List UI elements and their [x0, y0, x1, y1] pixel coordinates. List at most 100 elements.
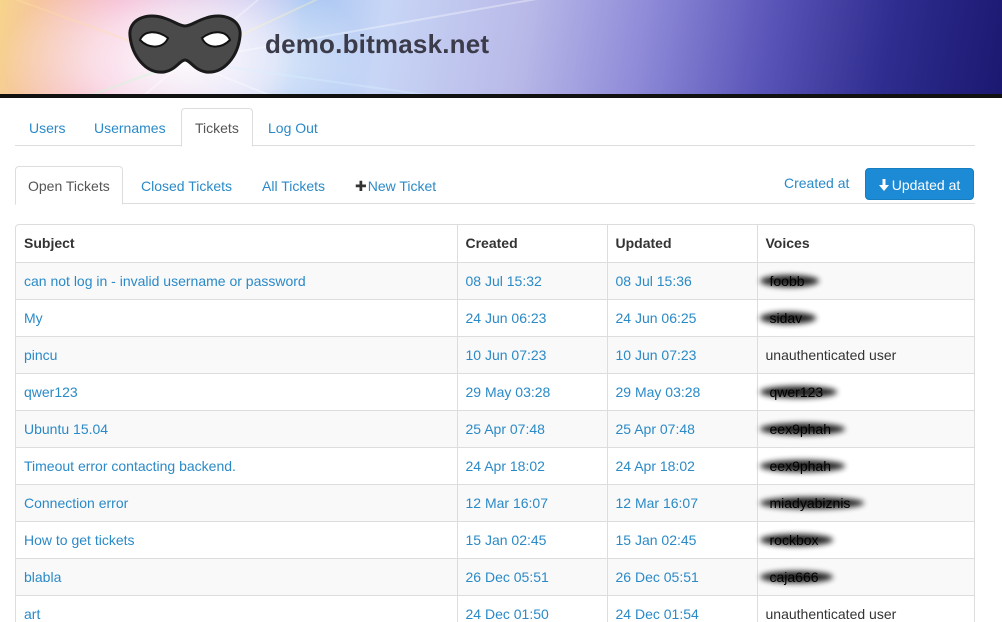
ticket-created-cell: 15 Jan 02:45	[456, 520, 607, 558]
ticket-updated-link[interactable]: 08 Jul 15:36	[616, 273, 692, 289]
ticket-subject-cell: Connection error	[16, 483, 457, 521]
ticket-updated-cell: 10 Jun 07:23	[606, 335, 757, 373]
tab-tickets[interactable]: Tickets	[181, 108, 253, 147]
ticket-subject-cell: How to get tickets	[16, 520, 457, 558]
ticket-updated-cell: 24 Jun 06:25	[606, 298, 757, 336]
tab-users[interactable]: Users	[15, 108, 80, 146]
voice-name: foobb	[769, 272, 805, 289]
voice-name: caja666	[769, 568, 819, 585]
table-header-row: Subject Created Updated Voices	[16, 225, 974, 262]
ticket-subject-link[interactable]: can not log in - invalid username or pas…	[24, 273, 306, 289]
ticket-created-link[interactable]: 10 Jun 07:23	[466, 347, 547, 363]
table-row: can not log in - invalid username or pas…	[16, 261, 974, 299]
table-row: qwer123 29 May 03:28 29 May 03:28 qwer123	[16, 372, 974, 410]
column-header-voices: Voices	[756, 225, 974, 262]
ticket-subject-link[interactable]: art	[24, 606, 40, 622]
column-header-updated: Updated	[606, 225, 757, 262]
ticket-created-cell: 26 Dec 05:51	[456, 557, 607, 595]
sort-updated-label: Updated at	[891, 177, 961, 193]
voice-name: unauthenticated user	[765, 605, 897, 622]
site-title: demo.bitmask.net	[265, 29, 490, 59]
redacted-username: eex9phah	[766, 421, 836, 437]
ticket-rows: can not log in - invalid username or pas…	[16, 261, 974, 622]
ticket-created-link[interactable]: 25 Apr 07:48	[466, 421, 545, 437]
ticket-subject-cell: My	[16, 298, 457, 336]
tab-new-ticket[interactable]: ✚New Ticket	[342, 166, 449, 204]
tab-closed-tickets[interactable]: Closed Tickets	[128, 166, 245, 204]
ticket-voices-cell: miadyabiznis	[756, 483, 974, 521]
ticket-updated-link[interactable]: 24 Apr 18:02	[616, 458, 695, 474]
table-row: art 24 Dec 01:50 24 Dec 01:54 unauthenticat…	[16, 594, 974, 622]
ticket-updated-cell: 24 Dec 01:54	[606, 594, 757, 622]
ticket-created-link[interactable]: 24 Apr 18:02	[466, 458, 545, 474]
ticket-created-link[interactable]: 29 May 03:28	[466, 384, 551, 400]
tab-log-out[interactable]: Log Out	[254, 108, 332, 146]
tab-open-tickets[interactable]: Open Tickets	[15, 166, 123, 205]
tab-usernames[interactable]: Usernames	[80, 108, 180, 146]
table-row: Connection error 12 Mar 16:07 12 Mar 16:07…	[16, 483, 974, 521]
ticket-created-cell: 24 Apr 18:02	[456, 446, 607, 484]
ticket-updated-link[interactable]: 26 Dec 05:51	[616, 569, 699, 585]
ticket-created-cell: 24 Jun 06:23	[456, 298, 607, 336]
sort-updated-at-button[interactable]: Updated at	[865, 168, 974, 200]
table-row: Timeout error contacting backend. 24 Apr …	[16, 446, 974, 484]
ticket-created-link[interactable]: 24 Jun 06:23	[466, 310, 547, 326]
ticket-voices-cell: unauthenticated user	[756, 335, 974, 373]
ticket-voices-cell: rockbox	[756, 520, 974, 558]
ticket-updated-link[interactable]: 15 Jan 02:45	[616, 532, 697, 548]
redacted-username: sidav	[766, 310, 807, 326]
ticket-updated-cell: 08 Jul 15:36	[606, 261, 757, 299]
voice-name: miadyabiznis	[769, 494, 851, 511]
tab-all-tickets[interactable]: All Tickets	[249, 166, 338, 204]
table-row: My 24 Jun 06:23 24 Jun 06:25 sidav	[16, 298, 974, 336]
ticket-created-link[interactable]: 26 Dec 05:51	[466, 569, 549, 585]
voice-name: sidav	[769, 309, 803, 326]
ticket-created-cell: 24 Dec 01:50	[456, 594, 607, 622]
ticket-created-cell: 12 Mar 16:07	[456, 483, 607, 521]
ticket-subject-link[interactable]: Timeout error contacting backend.	[24, 458, 236, 474]
ticket-created-link[interactable]: 15 Jan 02:45	[466, 532, 547, 548]
redacted-username: caja666	[766, 569, 823, 585]
redacted-username: qwer123	[766, 384, 828, 400]
redacted-username: foobb	[766, 273, 809, 289]
ticket-created-link[interactable]: 12 Mar 16:07	[466, 495, 549, 511]
ticket-updated-link[interactable]: 10 Jun 07:23	[616, 347, 697, 363]
sort-created-at-link[interactable]: Created at	[784, 175, 849, 191]
ticket-voices-cell: qwer123	[756, 372, 974, 410]
plus-icon: ✚	[355, 178, 367, 194]
ticket-subject-link[interactable]: My	[24, 310, 43, 326]
ticket-subject-cell: pincu	[16, 335, 457, 373]
ticket-created-cell: 10 Jun 07:23	[456, 335, 607, 373]
ticket-subject-link[interactable]: Connection error	[24, 495, 128, 511]
ticket-subject-link[interactable]: Ubuntu 15.04	[24, 421, 108, 437]
ticket-created-link[interactable]: 24 Dec 01:50	[466, 606, 549, 622]
ticket-created-link[interactable]: 08 Jul 15:32	[466, 273, 542, 289]
ticket-subject-cell: can not log in - invalid username or pas…	[16, 261, 457, 299]
ticket-updated-link[interactable]: 24 Dec 01:54	[616, 606, 699, 622]
ticket-voices-cell: foobb	[756, 261, 974, 299]
voice-name: eex9phah	[769, 457, 832, 474]
table-row: Ubuntu 15.04 25 Apr 07:48 25 Apr 07:48 eex9…	[16, 409, 974, 447]
ticket-subject-link[interactable]: pincu	[24, 347, 57, 363]
redacted-username: miadyabiznis	[766, 495, 855, 511]
header-divider	[0, 94, 1002, 98]
table-row: How to get tickets 15 Jan 02:45 15 Jan 02:…	[16, 520, 974, 558]
ticket-updated-link[interactable]: 29 May 03:28	[616, 384, 701, 400]
ticket-subject-link[interactable]: qwer123	[24, 384, 78, 400]
ticket-updated-link[interactable]: 12 Mar 16:07	[616, 495, 699, 511]
main-nav-tabs: Users Usernames Tickets Log Out	[15, 108, 975, 147]
ticket-updated-link[interactable]: 24 Jun 06:25	[616, 310, 697, 326]
arrow-down-icon	[878, 179, 889, 191]
voice-name: unauthenticated user	[765, 346, 897, 363]
table-row: pincu 10 Jun 07:23 10 Jun 07:23 unauthentic…	[16, 335, 974, 373]
ticket-subject-link[interactable]: How to get tickets	[24, 532, 135, 548]
ticket-subject-cell: qwer123	[16, 372, 457, 410]
column-header-created: Created	[456, 225, 607, 262]
table-row: blabla 26 Dec 05:51 26 Dec 05:51 caja666	[16, 557, 974, 595]
ticket-updated-link[interactable]: 25 Apr 07:48	[616, 421, 695, 437]
ticket-subject-cell: Ubuntu 15.04	[16, 409, 457, 447]
ticket-voices-cell: eex9phah	[756, 409, 974, 447]
tickets-table: Subject Created Updated Voices can not l…	[15, 224, 975, 622]
ticket-subject-link[interactable]: blabla	[24, 569, 61, 585]
ticket-created-cell: 29 May 03:28	[456, 372, 607, 410]
